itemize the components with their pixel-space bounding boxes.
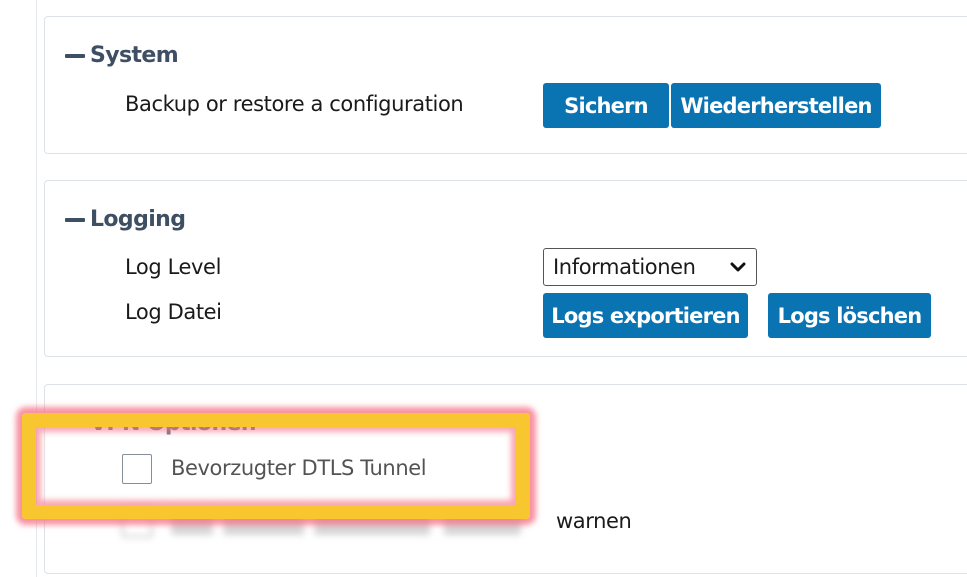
restore-button[interactable]: Wiederherstellen bbox=[671, 83, 881, 128]
collapse-icon[interactable] bbox=[65, 53, 85, 58]
cert-warning-checkbox[interactable] bbox=[122, 507, 152, 537]
log-file-label: Log Datei bbox=[125, 300, 222, 324]
save-button[interactable]: Sichern bbox=[543, 83, 669, 128]
vpn-section-title: VPN Optionen bbox=[90, 411, 256, 436]
log-level-label: Log Level bbox=[125, 255, 222, 279]
left-divider bbox=[36, 0, 37, 577]
system-section-toggle[interactable]: System bbox=[65, 43, 179, 68]
collapse-icon[interactable] bbox=[65, 421, 85, 426]
vpn-options-panel: VPN Optionen Bevorzugter DTLS Tunnel war… bbox=[44, 384, 967, 574]
chevron-down-icon bbox=[730, 262, 746, 272]
cert-warning-label-obscured bbox=[171, 509, 521, 535]
cert-warning-label-end: warnen bbox=[556, 509, 632, 533]
log-level-selected-value: Informationen bbox=[553, 255, 696, 279]
export-logs-button[interactable]: Logs exportieren bbox=[543, 293, 748, 338]
logging-section-toggle[interactable]: Logging bbox=[65, 207, 186, 232]
system-section-title: System bbox=[90, 43, 179, 68]
system-panel: System Backup or restore a configuration… bbox=[44, 16, 967, 154]
collapse-icon[interactable] bbox=[65, 217, 85, 222]
delete-logs-button[interactable]: Logs löschen bbox=[768, 293, 931, 338]
logging-section-title: Logging bbox=[90, 207, 186, 232]
backup-restore-label: Backup or restore a configuration bbox=[125, 92, 464, 116]
vpn-section-toggle[interactable]: VPN Optionen bbox=[65, 411, 256, 436]
logging-panel: Logging Log Level Informationen Log Date… bbox=[44, 180, 967, 357]
prefer-dtls-checkbox[interactable] bbox=[122, 454, 152, 484]
log-level-select[interactable]: Informationen bbox=[543, 248, 757, 286]
prefer-dtls-label: Bevorzugter DTLS Tunnel bbox=[171, 456, 427, 480]
